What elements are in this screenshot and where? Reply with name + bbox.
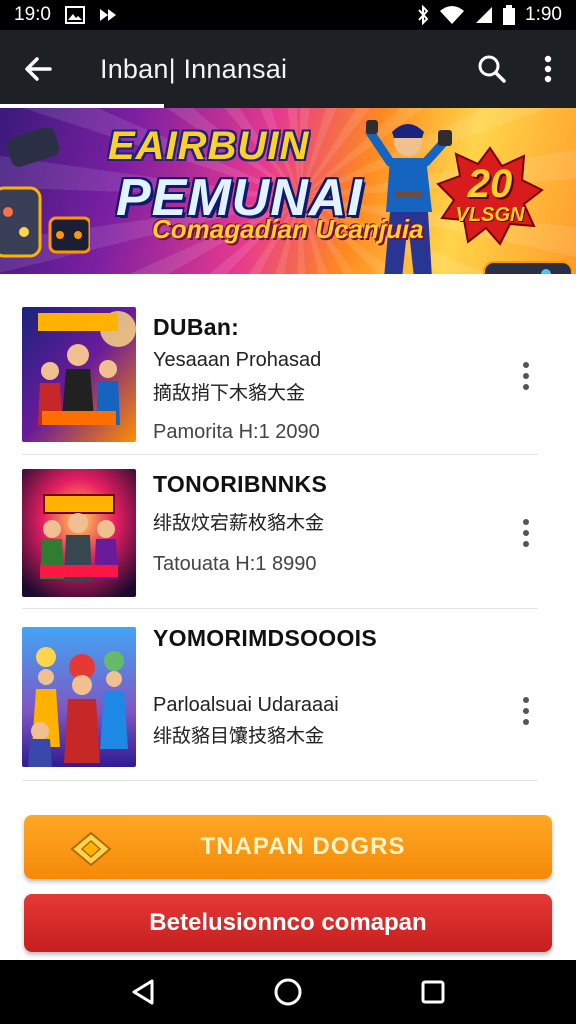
item-more-button[interactable]	[514, 513, 538, 553]
battery-icon	[503, 5, 516, 25]
game-info: Tatouata H:1 8990	[153, 553, 317, 575]
item-more-button[interactable]	[514, 356, 538, 396]
item-more-button[interactable]	[514, 691, 538, 731]
search-button[interactable]	[464, 30, 520, 108]
media-icon	[99, 7, 117, 23]
game-info: Pamorita H:1 2090	[153, 421, 320, 443]
game-title: DUBan:	[153, 314, 240, 340]
back-button[interactable]	[0, 30, 76, 108]
gift-icon	[70, 831, 112, 867]
list-item[interactable]: TONORIBNNKS 绯敌炆宕薪枚貉木金 Tatouata H:1 8990	[22, 455, 538, 609]
search-icon	[478, 55, 506, 83]
game-thumbnail	[22, 307, 136, 442]
signal-icon	[475, 6, 493, 24]
banner-badge: 20 VLSGN	[436, 146, 544, 246]
secondary-action-label: Betelusionnco comapan	[149, 909, 427, 936]
list-item[interactable]: YOMORIMDSOOOIS Parloalsuai Udaraaai 绯敌貉目…	[22, 609, 538, 781]
controller-icon	[483, 261, 573, 274]
status-time-right: 1:90	[525, 4, 562, 25]
gallery-icon	[64, 6, 85, 24]
game-description: 绯敌貉目馕技貉木金	[153, 725, 325, 747]
secondary-action-button[interactable]: Betelusionnco comapan	[24, 894, 552, 952]
nav-home-button[interactable]	[258, 962, 318, 1022]
wifi-icon	[439, 5, 465, 25]
game-subtitle: Yesaaan Prohasad	[153, 349, 322, 371]
bluetooth-icon	[417, 5, 429, 25]
status-time-left: 19:0	[14, 4, 51, 25]
banner-subtitle: Comagadian Ucanjuia	[152, 214, 424, 244]
game-title: TONORIBNNKS	[153, 471, 328, 497]
game-subtitle: Parloalsuai Udaraaai	[153, 694, 339, 716]
app-bar: Inban| Innansai	[0, 30, 576, 108]
primary-action-label: TNAPAN DOGRS	[200, 833, 406, 860]
back-triangle-icon	[132, 979, 154, 1005]
promo-banner[interactable]: EAIRBUIN PEMUNAI Comagadian Ucanjuia 20 …	[0, 108, 576, 274]
list-item[interactable]: DUBan: Yesaaan Prohasad 摘敌捎下木貉大金 Pamorit…	[22, 296, 538, 455]
back-arrow-icon	[25, 57, 52, 81]
game-description: 摘敌捎下木貉大金	[153, 382, 306, 404]
game-thumbnail	[22, 469, 136, 597]
home-circle-icon	[274, 978, 302, 1006]
nav-back-button[interactable]	[113, 962, 173, 1022]
nav-recents-button[interactable]	[403, 962, 463, 1022]
badge-label: VLSGN	[455, 204, 525, 226]
recents-square-icon	[421, 980, 445, 1004]
status-bar: 19:0 1:90	[0, 0, 576, 30]
app-screen: 19:0 1:90 Inban| Innansai EAIRBUIN PEMUN…	[0, 0, 576, 1024]
navigation-bar	[0, 960, 576, 1024]
game-title: YOMORIMDSOOOIS	[153, 625, 377, 651]
game-thumbnail	[22, 627, 136, 767]
game-description: 绯敌炆宕薪枚貉木金	[153, 512, 325, 534]
more-options-button[interactable]	[520, 30, 576, 108]
game-list: DUBan: Yesaaan Prohasad 摘敌捎下木貉大金 Pamorit…	[22, 296, 538, 781]
page-title: Inban| Innansai	[100, 53, 288, 84]
more-vert-icon	[544, 55, 552, 83]
gamepad-icon	[0, 128, 90, 258]
banner-title-top: EAIRBUIN	[108, 124, 310, 168]
primary-action-button[interactable]: TNAPAN DOGRS	[24, 815, 552, 879]
badge-number: 20	[467, 162, 513, 206]
